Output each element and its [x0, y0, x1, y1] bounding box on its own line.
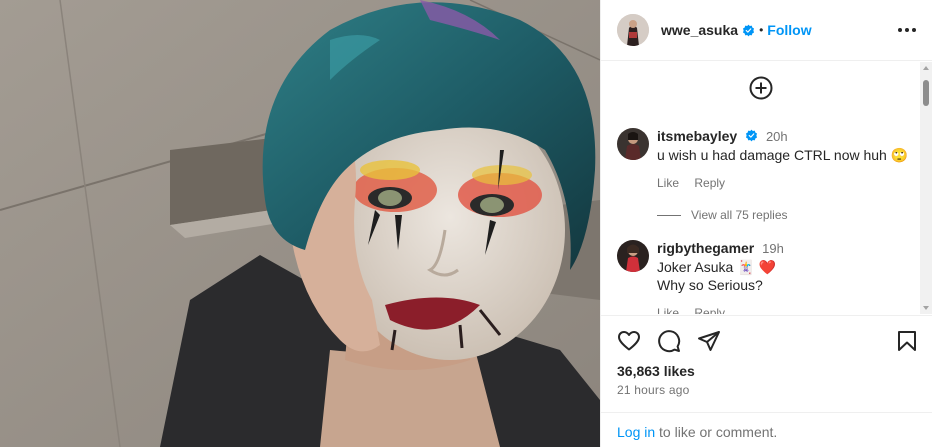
avatar[interactable]: [617, 128, 649, 160]
comment-time[interactable]: 20h: [766, 129, 788, 144]
add-comment-icon[interactable]: [749, 76, 773, 100]
heart-icon[interactable]: [617, 329, 641, 353]
comment-username[interactable]: itsmebayley: [657, 128, 737, 144]
comments-list[interactable]: itsmebayley 20h u wish u had damage CTRL…: [601, 62, 932, 314]
login-footer: Log in to like or comment.: [601, 412, 932, 447]
post-photo[interactable]: [0, 0, 600, 447]
view-replies-button[interactable]: View all 75 replies: [657, 208, 788, 222]
comment-text: Joker Asuka 🃏 ❤️: [657, 259, 776, 275]
avatar[interactable]: [617, 240, 649, 272]
comment-time[interactable]: 19h: [762, 241, 784, 256]
comment-text-line2: Why so Serious?: [657, 277, 763, 293]
comment-icon[interactable]: [657, 329, 681, 353]
reply-button[interactable]: Reply: [694, 176, 725, 190]
login-prompt-text: to like or comment.: [655, 424, 778, 440]
post-panel: wwe_asuka • Follow itsmebayley 20h u wis…: [600, 0, 932, 447]
scrollbar-thumb[interactable]: [923, 80, 929, 106]
comment-item: rigbythegamer 19h Joker Asuka 🃏 ❤️ Why s…: [617, 240, 917, 314]
comment-item: itsmebayley 20h u wish u had damage CTRL…: [617, 128, 917, 190]
view-replies-label: View all 75 replies: [691, 208, 788, 222]
post-username[interactable]: wwe_asuka: [661, 22, 738, 38]
avatar[interactable]: [617, 14, 649, 46]
verified-badge-icon: [743, 24, 755, 36]
follow-button[interactable]: Follow: [767, 22, 811, 38]
post-header: wwe_asuka • Follow: [601, 0, 932, 61]
comment-username[interactable]: rigbythegamer: [657, 240, 754, 256]
like-comment-button[interactable]: Like: [657, 176, 679, 190]
separator-dot: •: [759, 23, 764, 37]
scroll-down-arrow-icon[interactable]: [923, 306, 929, 310]
login-link[interactable]: Log in: [617, 424, 655, 440]
verified-badge-icon: [746, 129, 758, 142]
likes-count[interactable]: 36,863 likes: [617, 363, 695, 379]
like-comment-button[interactable]: Like: [657, 306, 679, 314]
post-timestamp[interactable]: 21 hours ago: [617, 383, 689, 397]
replies-divider: [657, 214, 681, 216]
bookmark-icon[interactable]: [895, 329, 919, 353]
post-actions-bar: [601, 315, 932, 365]
comments-scrollbar[interactable]: [920, 62, 932, 314]
scroll-up-arrow-icon[interactable]: [923, 66, 929, 70]
comment-text: u wish u had damage CTRL now huh 🙄: [657, 147, 909, 163]
more-options-icon[interactable]: [895, 22, 919, 38]
share-icon[interactable]: [697, 329, 721, 353]
reply-button[interactable]: Reply: [694, 306, 725, 314]
